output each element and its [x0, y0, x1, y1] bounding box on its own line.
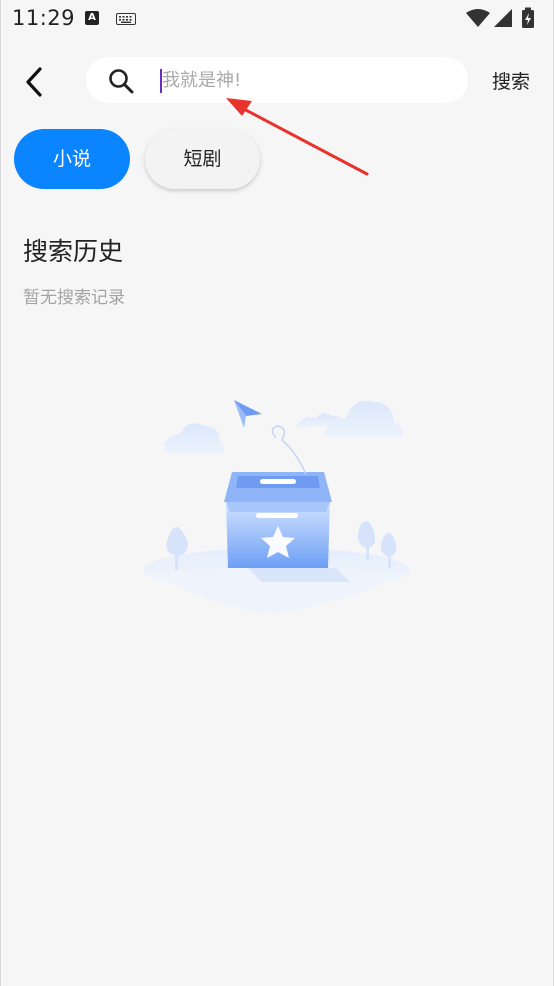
status-icons	[466, 7, 534, 28]
status-bar: 11:29 A	[0, 0, 554, 40]
search-icon	[109, 69, 134, 94]
search-submit-button[interactable]: 搜索	[480, 67, 542, 94]
back-arrow-icon	[26, 67, 42, 97]
search-history-empty-text: 暂无搜索记录	[23, 288, 125, 308]
notification-a-icon: A	[85, 11, 99, 25]
left-edge	[0, 0, 1, 986]
tab-short-drama[interactable]: 短剧	[145, 129, 260, 189]
tab-novel[interactable]: 小说	[14, 129, 130, 189]
signal-icon	[494, 9, 512, 27]
wifi-icon	[466, 9, 490, 27]
back-button[interactable]	[18, 61, 54, 101]
empty-box-illustration	[144, 400, 410, 614]
keyboard-icon	[116, 13, 136, 25]
search-history-title: 搜索历史	[23, 237, 124, 266]
battery-icon	[522, 7, 534, 28]
status-time: 11:29	[12, 6, 76, 30]
